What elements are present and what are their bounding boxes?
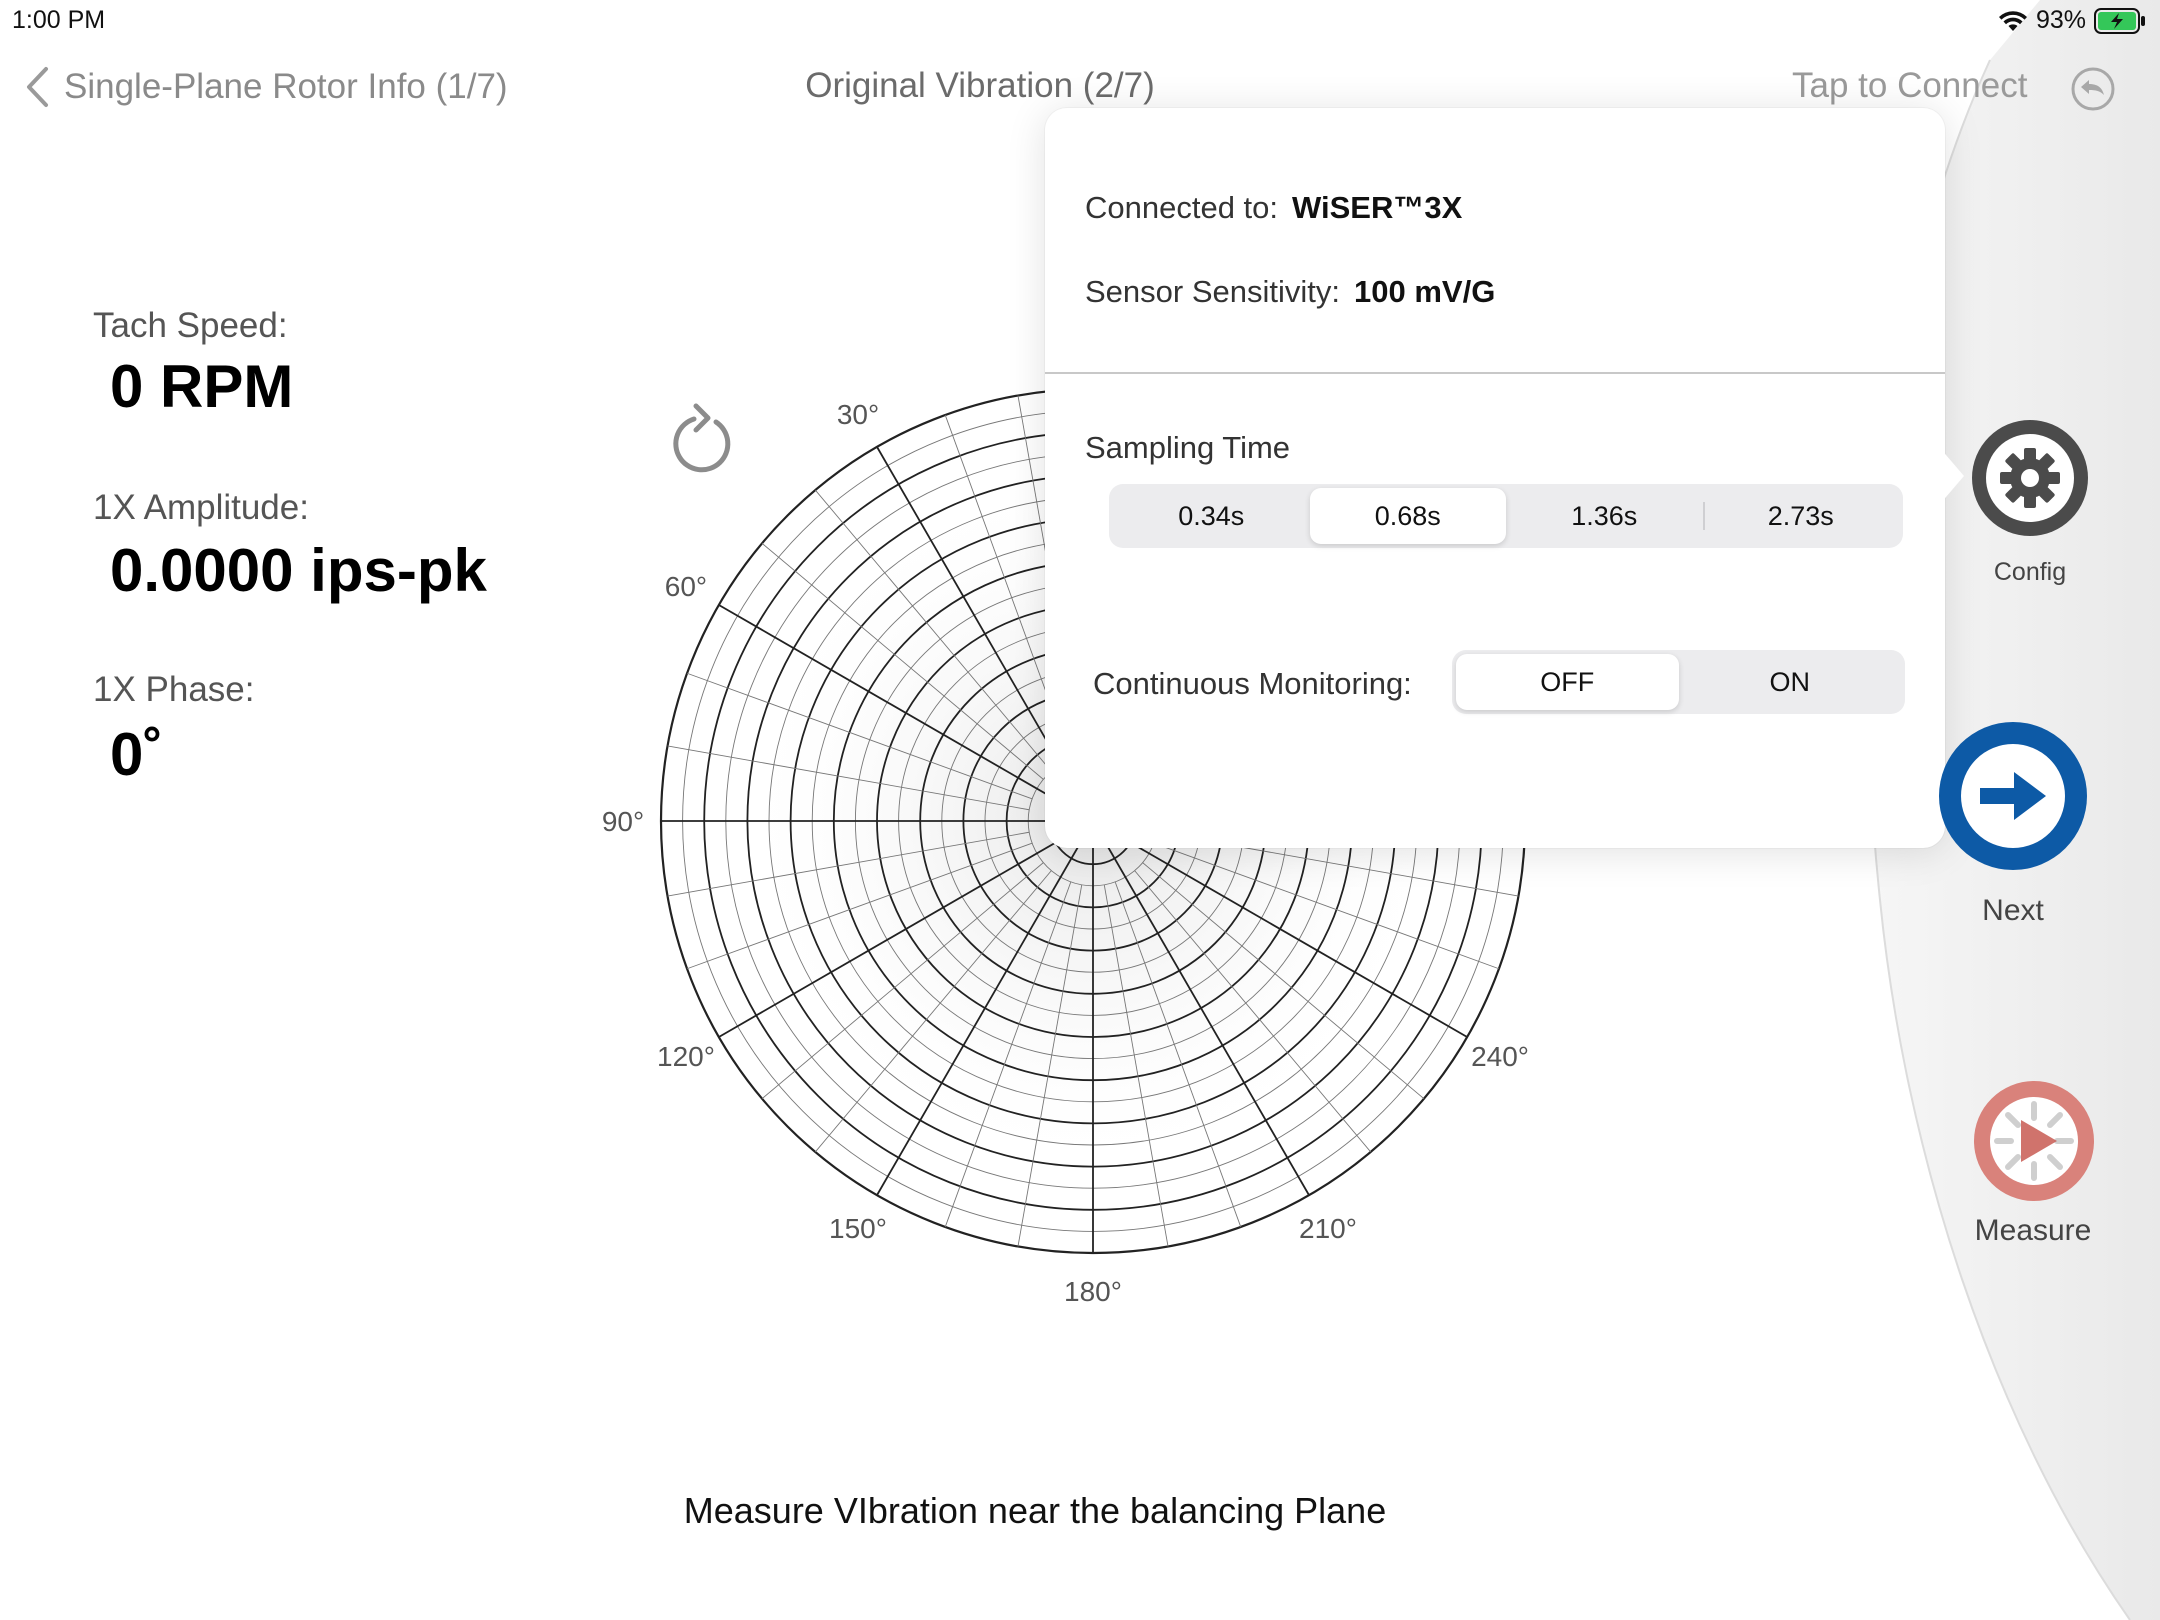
polar-angle-label: 30° [837, 399, 879, 430]
continuous-monitoring-control: OFF ON [1452, 650, 1905, 714]
status-time: 1:00 PM [12, 6, 106, 34]
refresh-icon[interactable] [672, 400, 740, 476]
polar-spoke [1092, 820, 1468, 1038]
instruction-caption: Measure VIbration near the balancing Pla… [683, 1490, 1387, 1531]
polar-angle-label: 210° [1299, 1213, 1357, 1244]
polar-angle-label: 240° [1471, 1041, 1529, 1072]
connected-label: Connected to: [1085, 190, 1279, 225]
gear-icon [2000, 448, 2060, 508]
config-button[interactable] [1970, 418, 2090, 538]
polar-spoke [718, 820, 1094, 1038]
tach-speed-value: 0 RPM [110, 353, 294, 420]
polar-spoke [876, 820, 1094, 1196]
measure-button[interactable] [1973, 1080, 2095, 1202]
sampling-time-control: 0.34s 0.68s 1.36s 2.73s [1109, 484, 1903, 548]
connected-device: WiSER™3X [1292, 190, 1463, 225]
wifi-icon [1998, 10, 2027, 31]
next-button[interactable] [1938, 718, 2088, 874]
battery-percent: 93% [2035, 6, 2086, 34]
sensitivity-row: Sensor Sensitivity: 100 mV/G [1085, 274, 1495, 310]
amplitude-label: 1X Amplitude: [93, 488, 309, 527]
sampling-option-2-73s[interactable]: 2.73s [1702, 488, 1900, 544]
page-title-text: Original Vibration (2/7) [805, 66, 1155, 105]
status-indicators: 93% [1998, 6, 2146, 35]
monitoring-on-option[interactable]: ON [1679, 654, 1902, 710]
sensitivity-value: 100 mV/G [1354, 274, 1496, 309]
sampling-time-label: Sampling Time [1085, 430, 1291, 465]
measure-label: Measure [1974, 1214, 2092, 1247]
phase-label: 1X Phase: [93, 670, 255, 709]
amplitude-value: 0.0000 ips-pk [110, 537, 487, 604]
polar-spoke [1092, 820, 1310, 1196]
polar-angle-label: 90° [602, 806, 644, 837]
return-icon[interactable] [2070, 66, 2116, 112]
polar-angle-label: 120° [657, 1041, 715, 1072]
popover-arrow [1940, 448, 1964, 504]
config-popover: Connected to: WiSER™3X Sensor Sensitivity… [1045, 108, 1945, 848]
polar-angle-label: 180° [1064, 1276, 1122, 1307]
polar-angle-label: 150° [829, 1213, 887, 1244]
next-label: Next [1982, 894, 2044, 927]
sampling-option-1-36s[interactable]: 1.36s [1506, 488, 1703, 544]
tap-to-connect-button[interactable]: Tap to Connect [1792, 66, 2027, 106]
battery-icon [2094, 7, 2145, 34]
sampling-option-0-34s[interactable]: 0.34s [1113, 488, 1310, 544]
tach-speed-label: Tach Speed: [93, 306, 288, 345]
connected-row: Connected to: WiSER™3X [1085, 190, 1462, 226]
polar-angle-label: 60° [665, 571, 707, 602]
polar-spoke [718, 604, 1094, 822]
sampling-option-0-68s[interactable]: 0.68s [1309, 488, 1506, 544]
monitoring-off-option[interactable]: OFF [1456, 654, 1679, 710]
continuous-monitoring-label: Continuous Monitoring: [1093, 666, 1412, 701]
config-label: Config [1993, 558, 2067, 586]
phase-value: 0˚ [110, 721, 164, 788]
popover-divider [1045, 372, 1945, 374]
sensitivity-label: Sensor Sensitivity: [1085, 274, 1340, 309]
